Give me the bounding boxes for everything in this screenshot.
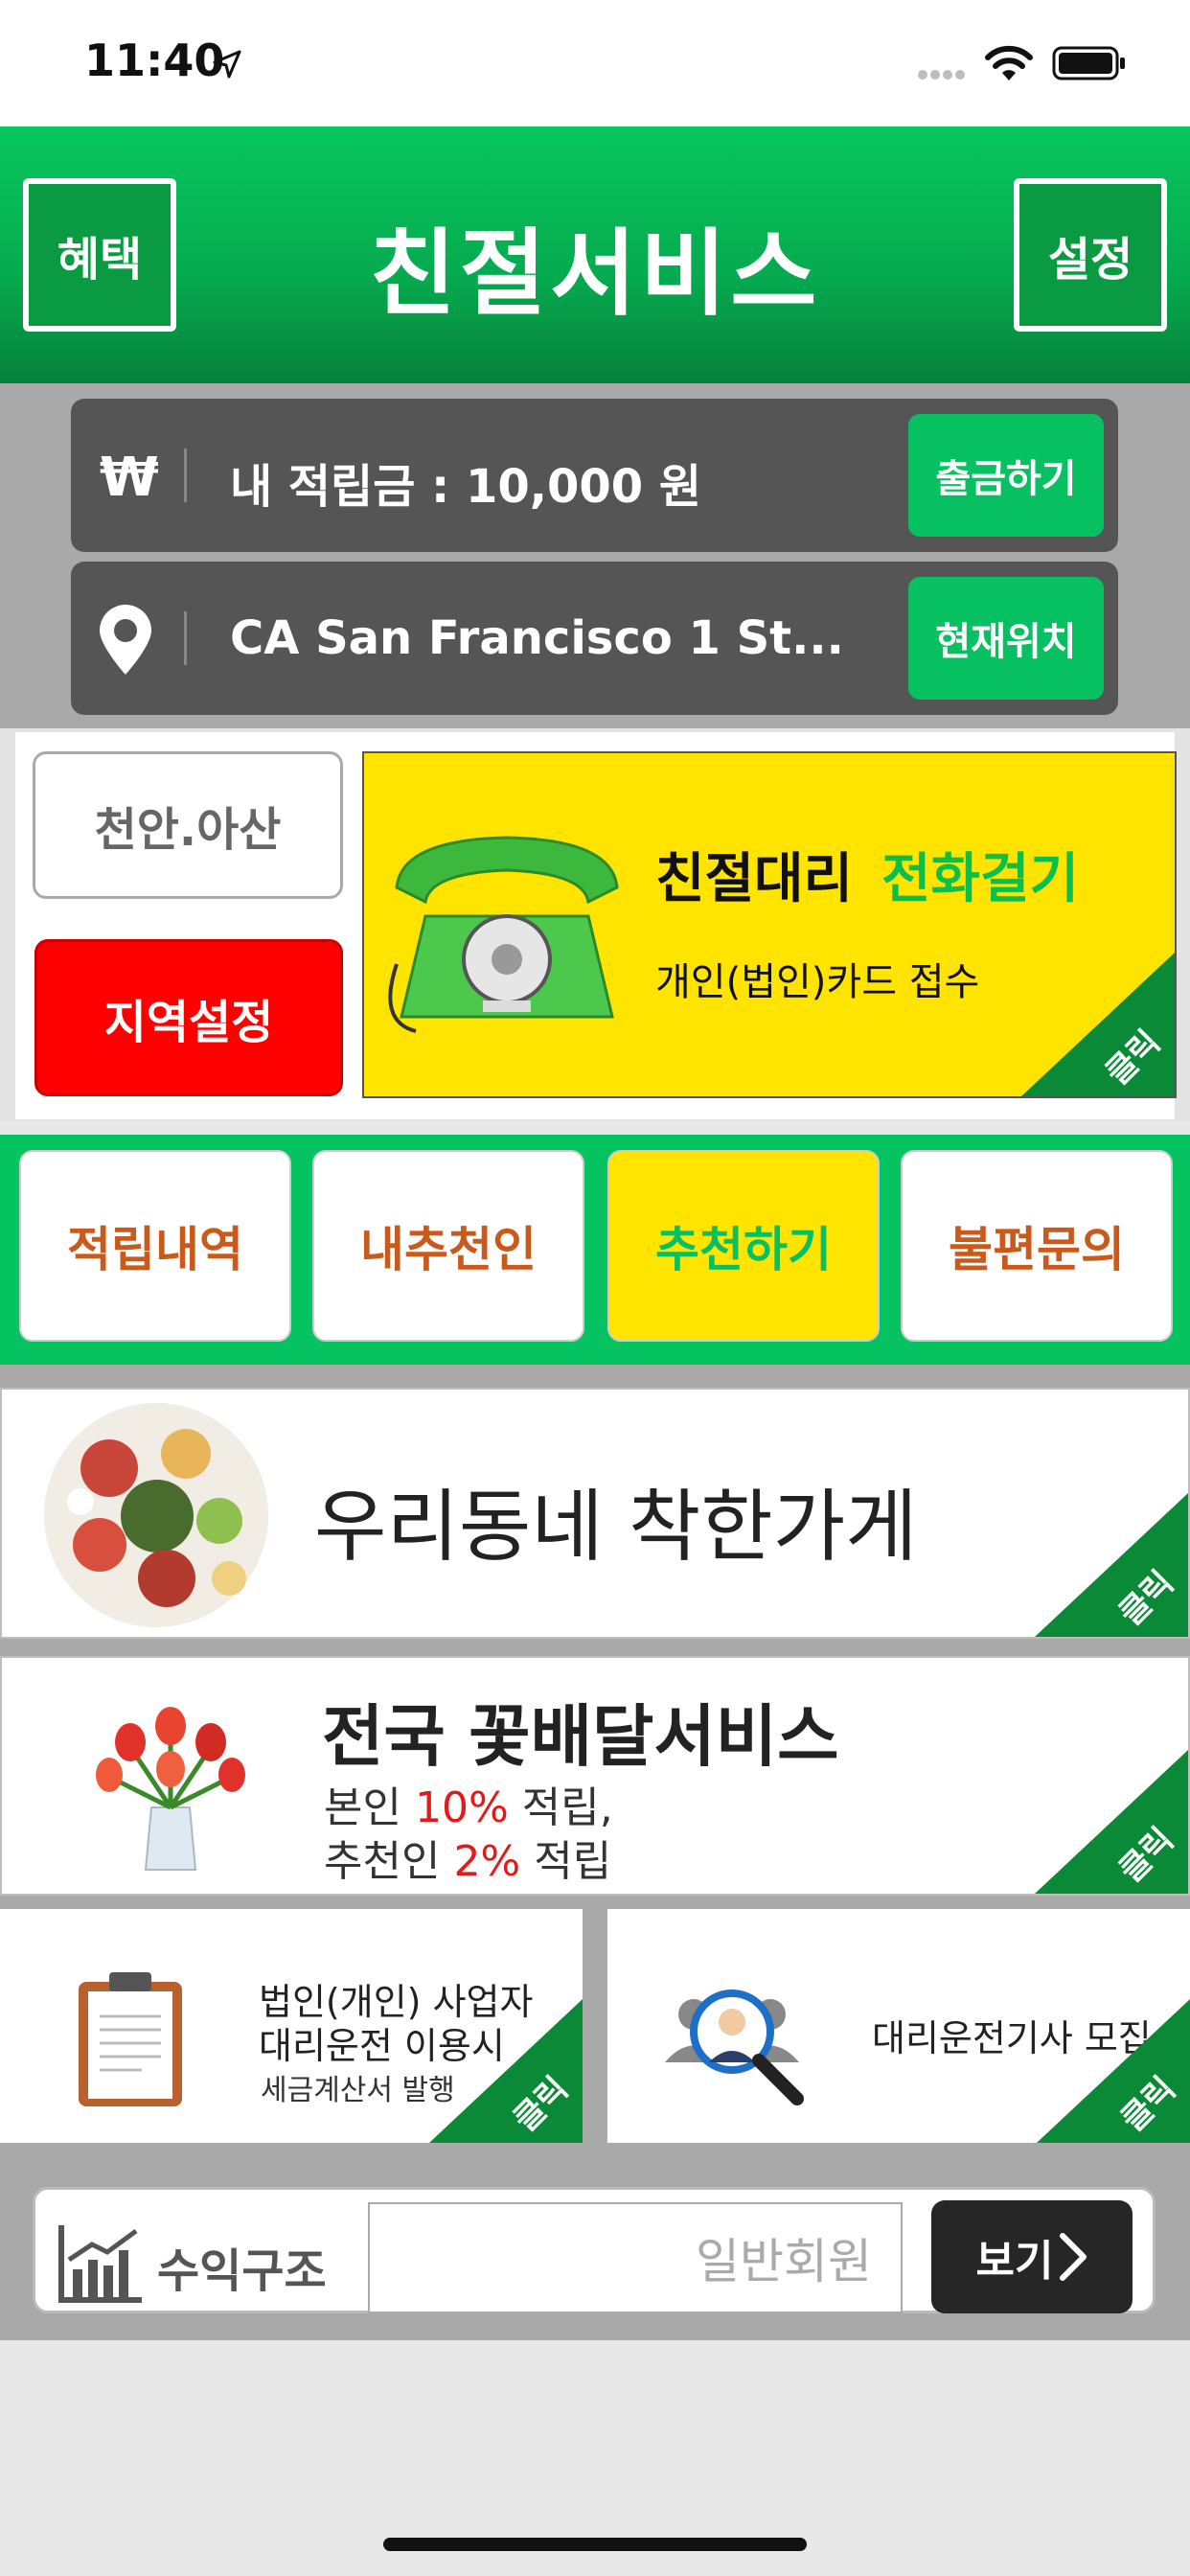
flower-banner-title: 전국 꽃배달서비스 xyxy=(322,1697,839,1776)
flower-self-reward: 본인 10% 적립, xyxy=(324,1783,613,1832)
store-banner-title: 우리동네 착한가게 xyxy=(314,1482,918,1573)
location-arrow-icon xyxy=(213,50,241,79)
clipboard-icon xyxy=(79,1972,182,2106)
call-card-subtitle: 개인(법인)카드 접수 xyxy=(655,960,980,1004)
call-card[interactable]: 친절대리 전화걸기 개인(법인)카드 접수 클릭 xyxy=(362,751,1177,1098)
home-indicator[interactable] xyxy=(383,2538,807,2551)
flower-referrer-reward: 추천인 2% 적립 xyxy=(324,1837,612,1886)
withdraw-button[interactable]: 출금하기 xyxy=(908,414,1104,537)
location-address[interactable]: CA San Francisco 1 St... xyxy=(230,611,844,665)
region-set-button[interactable]: 지역설정 xyxy=(34,939,343,1096)
click-corner-badge: 클릭 xyxy=(1012,945,1175,1096)
settings-button[interactable]: 설정 xyxy=(1014,178,1167,332)
cellular-signal-icon xyxy=(918,65,968,83)
current-location-button[interactable]: 현재위치 xyxy=(908,577,1104,700)
tab-savings-history[interactable]: 적립내역 xyxy=(19,1150,291,1342)
view-button[interactable]: 보기 xyxy=(931,2200,1133,2313)
driver-recruit-banner[interactable]: 대리운전기사 모집 클릭 xyxy=(607,1909,1190,2143)
member-type-field[interactable]: 일반회원 xyxy=(368,2202,903,2313)
call-action-label: 전화걸기 xyxy=(881,848,1080,910)
page-title: 친절서비스 xyxy=(369,219,821,329)
flower-banner[interactable]: 전국 꽃배달서비스 본인 10% 적립, 추천인 2% 적립 클릭 xyxy=(0,1656,1190,1896)
click-corner-badge: 클릭 xyxy=(1025,1742,1188,1894)
status-time: 11:40 xyxy=(84,34,225,86)
flower-bouquet-image xyxy=(96,1707,245,1871)
click-corner-badge: 클릭 xyxy=(1025,1485,1188,1637)
map-pin-icon xyxy=(100,605,151,675)
wifi-icon xyxy=(985,45,1033,80)
tax-invoice-banner[interactable]: 법인(개인) 사업자 대리운전 이용시 세금계산서 발행 클릭 xyxy=(0,1909,583,2143)
won-icon: ₩ xyxy=(100,447,159,509)
tab-complaints[interactable]: 불편문의 xyxy=(901,1150,1173,1342)
telephone-icon xyxy=(388,836,619,1033)
food-dishes-image xyxy=(44,1403,268,1627)
chevron-right-icon xyxy=(1060,2233,1087,2281)
battery-icon xyxy=(1052,46,1125,80)
chart-icon xyxy=(58,2225,142,2303)
click-corner-badge: 클릭 xyxy=(1027,1991,1190,2143)
click-corner-badge: 클릭 xyxy=(420,1991,583,2143)
divider xyxy=(0,1639,1190,1656)
region-name-button[interactable]: 천안.아산 xyxy=(33,751,343,899)
call-card-title: 친절대리 xyxy=(655,848,854,910)
tab-recommend[interactable]: 추천하기 xyxy=(607,1150,880,1342)
divider xyxy=(184,448,187,502)
divider xyxy=(184,611,187,665)
tab-my-referrers[interactable]: 내추천인 xyxy=(312,1150,584,1342)
points-label: 내 적립금 : 10,000 원 xyxy=(230,460,702,514)
profit-label: 수익구조 xyxy=(157,2244,327,2298)
search-person-icon xyxy=(665,1990,804,2105)
store-banner[interactable]: 우리동네 착한가게 클릭 xyxy=(0,1388,1190,1639)
divider xyxy=(0,1365,1190,1388)
